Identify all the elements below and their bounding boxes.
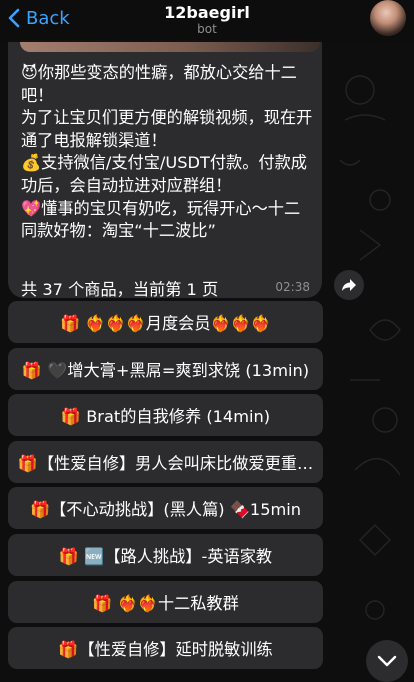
keyboard-button[interactable]: 🎁 🆕【路人挑战】-英语家教 <box>8 533 323 576</box>
avatar[interactable] <box>370 0 406 36</box>
keyboard-button[interactable]: 🎁【性爱自修】男人会叫床比做爱更重… <box>8 440 323 483</box>
keyboard-button[interactable]: 🎁【不心动挑战】(黑人篇) 🍫15min <box>8 487 323 530</box>
message-text: 😈你那些变态的性癖，都放心交给十二吧！ 为了让宝贝们更方便的解锁视频，现在开通了… <box>21 63 313 241</box>
chat-subtitle: bot <box>197 22 217 36</box>
message-bubble: 😈你那些变态的性癖，都放心交给十二吧！ 为了让宝贝们更方便的解锁视频，现在开通了… <box>8 40 322 299</box>
share-button[interactable] <box>334 270 364 300</box>
keyboard-button[interactable]: 🎁 🖤增大膏+黑屌=爽到求饶 (13min) <box>8 347 323 390</box>
chevron-down-icon <box>377 655 397 667</box>
message-time: 02:38 <box>275 280 310 294</box>
keyboard-button[interactable]: 🎁 Brat的自我修养 (14min) <box>8 394 323 437</box>
keyboard-button-label: 🎁【性爱自修】男人会叫床比做爱更重… <box>17 453 314 473</box>
share-arrow-icon <box>342 279 356 291</box>
keyboard-button-label: 🎁 🆕【路人挑战】-英语家教 <box>58 546 273 566</box>
inline-keyboard: 🎁 ❤️‍🔥❤️‍🔥❤️‍🔥月度会员❤️‍🔥❤️‍🔥❤️‍🔥 🎁 🖤增大膏+黑屌… <box>8 301 325 674</box>
keyboard-button-label: 🎁 ❤️‍🔥❤️‍🔥❤️‍🔥月度会员❤️‍🔥❤️‍🔥❤️‍🔥 <box>60 314 271 333</box>
chat-title[interactable]: 12baegirl <box>0 3 414 22</box>
chat-header: Back 12baegirl bot <box>0 0 414 42</box>
keyboard-button-label: 🎁 ❤️‍🔥❤️‍🔥十二私教群 <box>92 593 239 613</box>
page-info: 共 37 个商品，当前第 1 页 <box>21 280 219 299</box>
keyboard-button[interactable]: 🎁 ❤️‍🔥❤️‍🔥十二私教群 <box>8 580 323 623</box>
keyboard-button-label: 🎁【不心动挑战】(黑人篇) 🍫15min <box>29 500 302 520</box>
keyboard-button[interactable]: 🎁【性爱自修】延时脱敏训练 <box>8 627 323 670</box>
scroll-down-button[interactable] <box>366 640 408 682</box>
keyboard-button-label: 🎁 Brat的自我修养 (14min) <box>60 407 271 427</box>
keyboard-button[interactable]: 🎁 ❤️‍🔥❤️‍🔥❤️‍🔥月度会员❤️‍🔥❤️‍🔥❤️‍🔥 <box>8 301 323 343</box>
keyboard-button-label: 🎁【性爱自修】延时脱敏训练 <box>58 640 273 660</box>
keyboard-button-label: 🎁 🖤增大膏+黑屌=爽到求饶 (13min) <box>21 360 310 380</box>
